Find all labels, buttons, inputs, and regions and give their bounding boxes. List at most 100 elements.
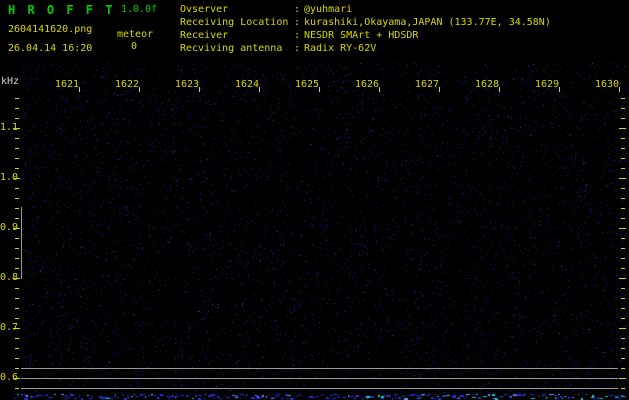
- y-axis-minor-tick-left: [15, 188, 19, 189]
- y-axis-minor-tick-right: [621, 138, 625, 139]
- carrier-reference-line-lower: [21, 388, 618, 389]
- y-axis-major-tick-right: [619, 128, 626, 129]
- y-axis-minor-tick-left: [15, 208, 19, 209]
- y-axis-minor-tick-right: [621, 118, 625, 119]
- y-axis-minor-tick-right: [621, 258, 625, 259]
- y-axis-minor-tick-left: [15, 108, 19, 109]
- y-axis-minor-tick-left: [15, 298, 19, 299]
- y-axis-major-tick-right: [619, 378, 626, 379]
- y-axis-major-tick-left: [13, 278, 20, 279]
- y-axis-unit-label: kHz: [1, 76, 20, 87]
- hrofft-window: H R O F F T 1.0.0f 2604141620.png meteor…: [0, 0, 629, 400]
- y-axis-minor-tick-right: [621, 148, 625, 149]
- info-row-value: Radix RY-62V: [304, 43, 377, 54]
- y-axis-minor-tick-right: [621, 318, 625, 319]
- y-axis-minor-tick-right: [621, 98, 625, 99]
- x-axis-label-1627: 1627: [414, 79, 440, 90]
- x-axis-tick: [619, 87, 620, 92]
- carrier-reference-line-middle: [21, 378, 618, 379]
- y-axis-major-tick-left: [13, 128, 20, 129]
- y-axis-minor-tick-right: [621, 308, 625, 309]
- level-marker-bar: [21, 207, 22, 279]
- y-axis-major-tick-left: [13, 378, 20, 379]
- y-axis-label-1.0: 1.0: [0, 172, 19, 183]
- y-axis-minor-tick-right: [621, 108, 625, 109]
- spectrogram-canvas: [0, 0, 629, 400]
- y-axis-minor-tick-right: [621, 168, 625, 169]
- y-axis-major-tick-right: [619, 178, 626, 179]
- y-axis-minor-tick-right: [621, 218, 625, 219]
- y-axis-minor-tick-left: [15, 368, 19, 369]
- x-axis-label-1623: 1623: [174, 79, 200, 90]
- y-axis-minor-tick-left: [15, 198, 19, 199]
- y-axis-minor-tick-left: [15, 348, 19, 349]
- date-time: 26.04.14 16:20: [8, 43, 93, 54]
- x-axis-tick: [319, 87, 320, 92]
- receiver-info: Ovserver: @yuhmari Receiving Location: kura…: [180, 3, 551, 55]
- y-axis-minor-tick-left: [15, 268, 19, 269]
- y-axis-minor-tick-left: [15, 258, 19, 259]
- y-axis-major-tick-left: [13, 178, 20, 179]
- x-axis-tick: [559, 87, 560, 92]
- output-filename: 2604141620.png: [8, 24, 93, 35]
- y-axis-minor-tick-left: [15, 358, 19, 359]
- y-axis-minor-tick-right: [621, 188, 625, 189]
- info-row-separator: :: [294, 43, 301, 54]
- y-axis-minor-tick-left: [15, 318, 19, 319]
- info-row-separator: :: [294, 4, 301, 15]
- x-axis-tick: [499, 87, 500, 92]
- x-axis-label-1622: 1622: [114, 79, 140, 90]
- y-axis-minor-tick-left: [15, 98, 19, 99]
- y-axis-minor-tick-right: [621, 158, 625, 159]
- info-row-value: @yuhmari: [304, 4, 353, 15]
- x-axis-label-1628: 1628: [474, 79, 500, 90]
- y-axis-minor-tick-left: [15, 248, 19, 249]
- y-axis-minor-tick-left: [15, 288, 19, 289]
- info-row-label: Ovserver: [180, 4, 229, 15]
- y-axis-minor-tick-left: [15, 218, 19, 219]
- y-axis-minor-tick-right: [621, 348, 625, 349]
- y-axis-minor-tick-right: [621, 268, 625, 269]
- info-row-label: Receiving Location: [180, 17, 289, 28]
- x-axis-tick: [379, 87, 380, 92]
- y-axis-minor-tick-right: [621, 298, 625, 299]
- meteor-counter-label: meteor: [117, 29, 154, 40]
- y-axis-label-0.8: 0.8: [0, 272, 19, 283]
- y-axis-label-0.6: 0.6: [0, 372, 19, 383]
- x-axis-label-1629: 1629: [534, 79, 560, 90]
- info-row-separator: :: [294, 30, 301, 41]
- x-axis-label-1621: 1621: [54, 79, 80, 90]
- y-axis-major-tick-right: [619, 228, 626, 229]
- y-axis-major-tick-right: [619, 328, 626, 329]
- x-axis-label-1624: 1624: [234, 79, 260, 90]
- info-row-separator: :: [294, 17, 301, 28]
- info-row-2: Receiver: NESDR SMArt + HDSDR: [180, 29, 551, 42]
- x-axis-tick: [199, 87, 200, 92]
- x-axis-tick: [79, 87, 80, 92]
- info-row-label: Recviving antenna: [180, 43, 283, 54]
- y-axis-minor-tick-right: [621, 368, 625, 369]
- y-axis-minor-tick-left: [15, 168, 19, 169]
- y-axis-minor-tick-left: [15, 148, 19, 149]
- y-axis-minor-tick-right: [621, 388, 625, 389]
- x-axis-tick: [259, 87, 260, 92]
- y-axis-minor-tick-left: [15, 118, 19, 119]
- y-axis-minor-tick-right: [621, 338, 625, 339]
- y-axis-minor-tick-left: [15, 158, 19, 159]
- app-version: 1.0.0f: [121, 4, 158, 15]
- y-axis-minor-tick-right: [621, 238, 625, 239]
- x-axis-label-1625: 1625: [294, 79, 320, 90]
- app-title: H R O F F T: [8, 3, 115, 17]
- info-row-3: Recviving antenna: Radix RY-62V: [180, 42, 551, 55]
- y-axis-minor-tick-left: [15, 138, 19, 139]
- y-axis-major-tick-right: [619, 278, 626, 279]
- y-axis-minor-tick-left: [15, 238, 19, 239]
- x-axis-label-1626: 1626: [354, 79, 380, 90]
- y-axis-label-1.1: 1.1: [0, 122, 19, 133]
- y-axis-minor-tick-right: [621, 248, 625, 249]
- y-axis-minor-tick-left: [15, 308, 19, 309]
- y-axis-minor-tick-right: [621, 288, 625, 289]
- info-row-1: Receiving Location: kurashiki,Okayama,JAP…: [180, 16, 551, 29]
- x-axis-label-1630: 1630: [594, 79, 620, 90]
- info-row-value: NESDR SMArt + HDSDR: [304, 30, 419, 41]
